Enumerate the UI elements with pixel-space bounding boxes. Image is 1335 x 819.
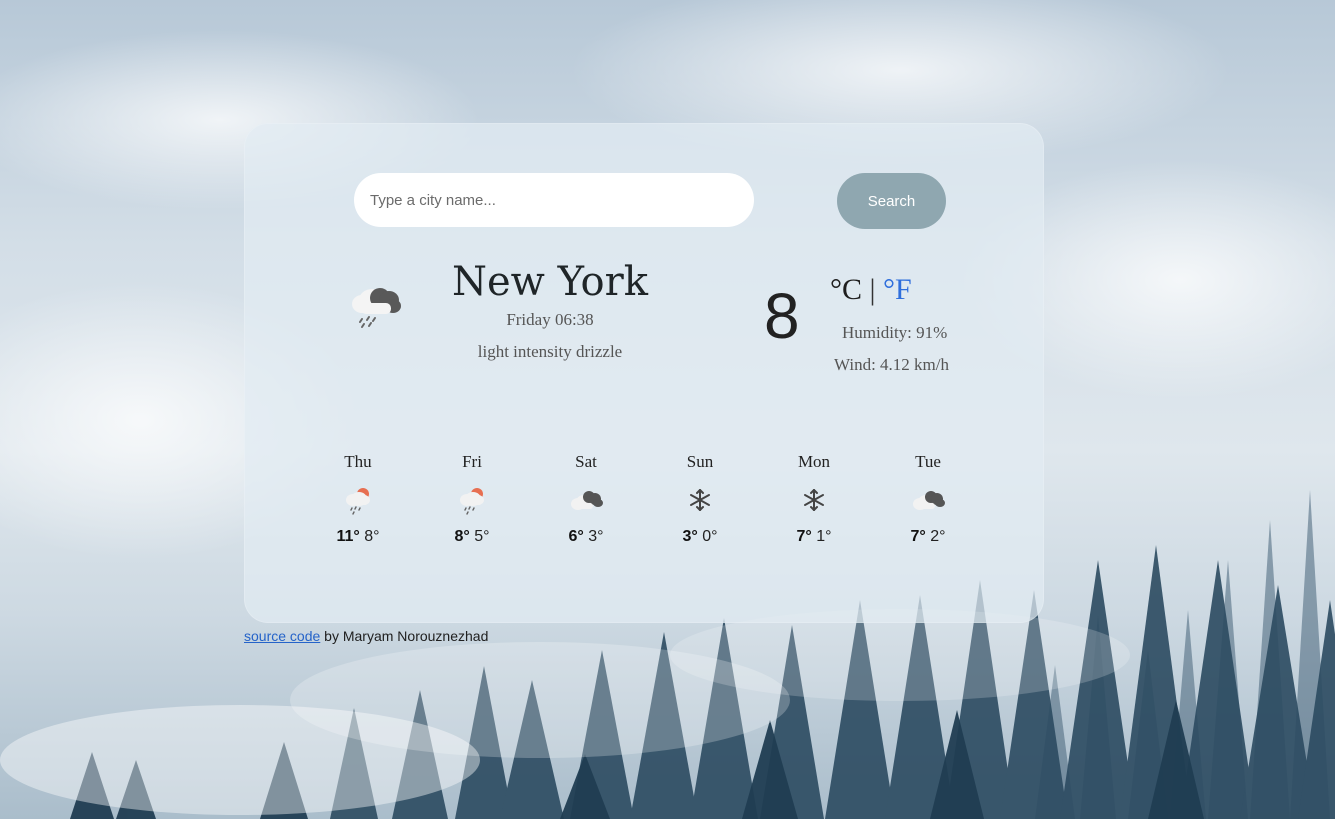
search-button[interactable]: Search (837, 173, 946, 229)
current-weather: New York Friday 06:38 light intensity dr… (342, 258, 962, 378)
weather-description: light intensity drizzle (477, 342, 623, 361)
drizzle-sun-icon (454, 482, 490, 518)
forecast-min: 3° (588, 528, 604, 545)
snow-icon (796, 482, 832, 518)
drizzle-sun-icon (340, 482, 376, 518)
forecast-day: Sun 3° 0° (643, 450, 757, 560)
forecast-temps: 8° 5° (415, 528, 529, 546)
forecast-min: 2° (930, 528, 946, 545)
city-search-input[interactable] (354, 173, 754, 227)
forecast-day-label: Sun (686, 452, 714, 471)
forecast-min: 0° (702, 528, 718, 545)
forecast-day: Fri 8° 5° (415, 450, 529, 560)
forecast-temps: 7° 1° (757, 528, 871, 546)
rain-cloud-icon (342, 276, 406, 340)
forecast-max: 6° (568, 528, 584, 545)
forecast-temps: 7° 2° (871, 528, 985, 546)
current-datetime: Friday 06:38 (506, 310, 594, 329)
snow-icon (682, 482, 718, 518)
current-temperature: 8 (764, 280, 800, 352)
forecast-max: 7° (796, 528, 812, 545)
forecast-day-label: Thu (344, 452, 372, 471)
forecast-max: 3° (682, 528, 698, 545)
search-row: Search (354, 173, 946, 229)
forecast-day: Mon 7° 1° (757, 450, 871, 560)
weather-card: Search New York Friday 0 (244, 123, 1044, 623)
forecast-day-label: Tue (915, 452, 941, 471)
forecast-day: Tue 7° 2° (871, 450, 985, 560)
cloudy-icon (910, 482, 946, 518)
cloudy-icon (568, 482, 604, 518)
forecast-day-label: Fri (462, 452, 482, 471)
forecast-min: 1° (816, 528, 832, 545)
source-code-link[interactable]: source code (244, 628, 320, 644)
forecast-min: 8° (364, 528, 380, 545)
forecast-day: Thu 11° 8° (301, 450, 415, 560)
forecast-day-label: Mon (797, 452, 831, 471)
humidity-text: Humidity: 91% (842, 323, 948, 342)
forecast-temps: 6° 3° (529, 528, 643, 546)
forecast-day-label: Sat (575, 452, 597, 471)
temperature-block: 8 °C | °F Humidity: 91% Wind: 4.12 km/h (762, 270, 972, 374)
celsius-unit[interactable]: °C (830, 273, 862, 306)
temperature-units: °C | °F (830, 270, 912, 310)
forecast-max: 7° (910, 528, 926, 545)
fahrenheit-unit-link[interactable]: °F (883, 273, 912, 306)
forecast-min: 5° (474, 528, 490, 545)
footer-credit: source code by Maryam Norouznezhad (244, 628, 488, 644)
forecast-max: 8° (454, 528, 470, 545)
unit-separator: | (869, 273, 876, 306)
wind-text: Wind: 4.12 km/h (834, 355, 950, 374)
author-credit: by Maryam Norouznezhad (320, 628, 489, 644)
forecast-max: 11° (336, 528, 360, 545)
forecast-temps: 3° 0° (643, 528, 757, 546)
forecast-row: Thu 11° 8° Fri 8° 5° Sat 6° 3° Sun 3° 0°… (301, 450, 987, 560)
forecast-day: Sat 6° 3° (529, 450, 643, 560)
forecast-temps: 11° 8° (301, 528, 415, 546)
city-block: New York Friday 06:38 light intensity dr… (422, 258, 678, 362)
city-name: New York (452, 259, 648, 305)
